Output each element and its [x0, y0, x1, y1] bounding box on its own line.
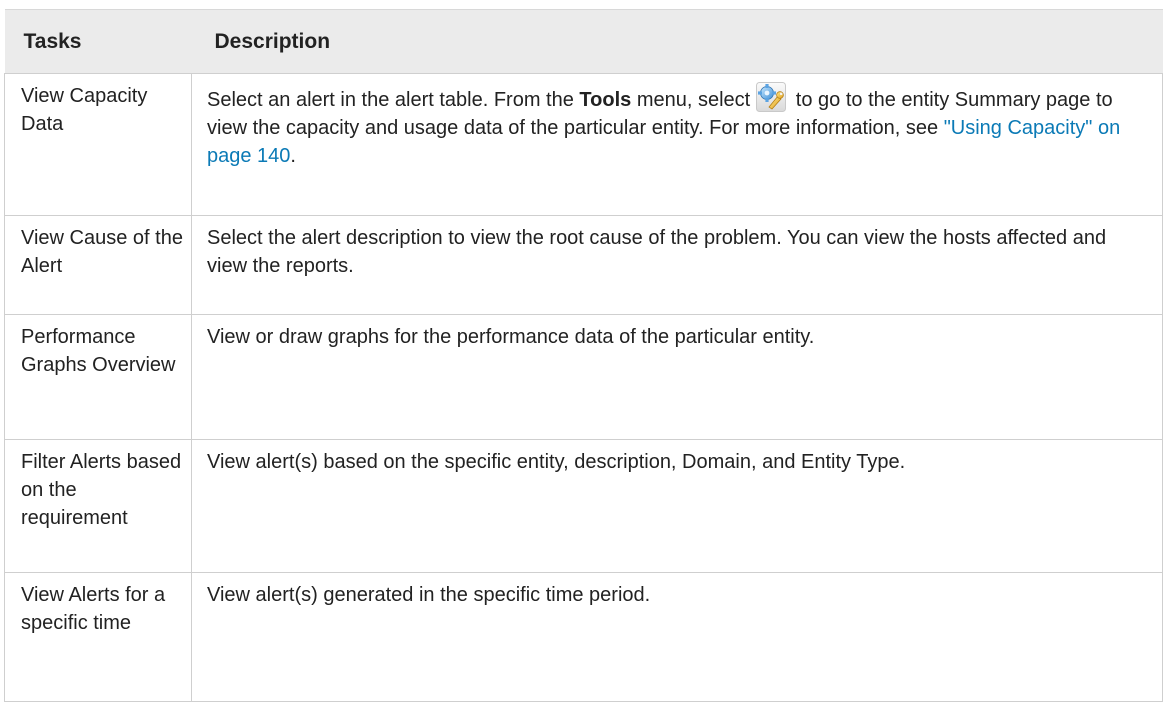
- task-name: View Alerts for a specific time: [21, 584, 166, 634]
- tools-icon[interactable]: [756, 82, 787, 112]
- table-row: View Cause of the Alert Select the alert…: [4, 215, 1163, 315]
- description-text: View or draw graphs for the performance …: [207, 326, 815, 348]
- description-cell: View or draw graphs for the performance …: [191, 314, 1163, 440]
- description-cell: Select the alert description to view the…: [191, 215, 1163, 315]
- description-cell: View alert(s) based on the specific enti…: [191, 439, 1163, 573]
- description-cell: View alert(s) generated in the specific …: [191, 572, 1163, 702]
- description-text: Select the alert description to view the…: [207, 227, 1107, 277]
- table-row: Performance Graphs Overview View or draw…: [4, 314, 1163, 440]
- task-cell: Filter Alerts based on the requirement: [4, 439, 192, 573]
- task-cell: View Alerts for a specific time: [4, 572, 192, 702]
- task-cell: View Cause of the Alert: [4, 215, 192, 315]
- tasks-table: Tasks Description View Capacity Data Sel…: [4, 9, 1163, 702]
- description-end: .: [290, 145, 296, 167]
- header-description: Description: [191, 9, 1163, 74]
- tools-menu-name: Tools: [579, 89, 632, 111]
- task-name: Performance Graphs Overview: [21, 326, 176, 376]
- task-name: Filter Alerts based on the requirement: [21, 451, 182, 529]
- task-cell: Performance Graphs Overview: [4, 314, 192, 440]
- description-cell: Select an alert in the alert table. From…: [191, 73, 1163, 216]
- header-tasks: Tasks: [4, 9, 192, 74]
- description-part: Select an alert in the alert table. From…: [207, 89, 580, 111]
- task-cell: View Capacity Data: [4, 73, 192, 216]
- table-row: View Capacity Data Select an alert in th…: [4, 73, 1163, 216]
- description-text: View alert(s) generated in the specific …: [207, 584, 651, 606]
- task-name: View Capacity Data: [21, 85, 148, 135]
- description-text: Select an alert in the alert table. From…: [207, 82, 1120, 167]
- table-row: Filter Alerts based on the requirement V…: [4, 439, 1163, 573]
- table-header-row: Tasks Description: [4, 9, 1163, 74]
- description-text: View alert(s) based on the specific enti…: [207, 451, 906, 473]
- document-page: Tasks Description View Capacity Data Sel…: [0, 0, 1166, 702]
- table-row: View Alerts for a specific time View ale…: [4, 572, 1163, 702]
- task-name: View Cause of the Alert: [21, 227, 183, 277]
- description-part: menu, select: [631, 89, 751, 111]
